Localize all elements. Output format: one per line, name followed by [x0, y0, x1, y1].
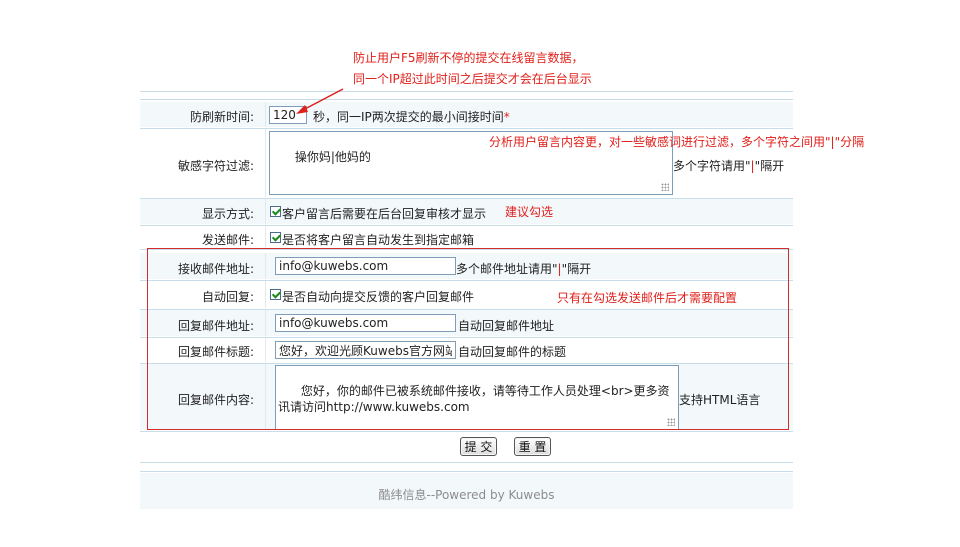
reply-address-input[interactable] [275, 314, 456, 332]
send-mail-text: 是否将客户留言自动发生到指定邮箱 [282, 233, 475, 247]
refresh-time-input[interactable] [269, 106, 307, 124]
column-separator [265, 253, 266, 279]
reply-title-label: 回复邮件标题: [177, 345, 254, 359]
auto-reply-checkbox[interactable] [270, 289, 281, 300]
filter-annotation: 分析用户留言内容更，对一些敏感词进行过滤，多个字符之间用"|"分隔 [489, 135, 865, 149]
row-actions: 提 交 重 置 [140, 432, 793, 460]
display-annotation: 建议勾选 [505, 205, 554, 219]
send-mail-label: 发送邮件: [201, 233, 254, 247]
receive-hint-suffix: "隔开 [561, 262, 592, 276]
column-separator [265, 281, 266, 308]
resize-grip-icon[interactable] [661, 183, 669, 191]
refresh-annotation: 防止用户F5刷新不停的提交在线留言数据， 同一个IP超过此时间之后提交才会在后台… [353, 48, 592, 90]
sensitive-filter-label: 敏感字符过滤: [177, 159, 254, 173]
auto-reply-label: 自动回复: [201, 290, 254, 304]
column-separator [265, 129, 266, 197]
column-separator [265, 310, 266, 336]
filter-hint-suffix: "隔开 [754, 159, 785, 173]
divider [140, 91, 793, 92]
divider [140, 471, 793, 472]
column-separator [265, 364, 266, 430]
row-auto-reply: 自动回复: 是否自动向提交反馈的客户回复邮件 只有在勾选发送邮件后才需要配置 [140, 281, 793, 308]
required-mark: * [503, 110, 510, 124]
sensitive-filter-value: 操你妈|他妈的 [294, 150, 371, 164]
receive-address-input[interactable] [275, 257, 456, 275]
reply-content-label: 回复邮件内容: [177, 393, 254, 407]
settings-form: 防刷新时间: 秒，同一IP两次提交的最小间接时间* 敏感字符过滤: 操你妈|他妈… [140, 91, 864, 509]
receive-address-hint: 多个邮件地址请用"|"隔开 [456, 260, 591, 277]
row-reply-address: 回复邮件地址: 自动回复邮件地址 [140, 310, 793, 336]
email-config-annotation: 只有在勾选发送邮件后才需要配置 [557, 291, 738, 305]
reply-title-hint: 自动回复邮件的标题 [458, 345, 567, 359]
send-mail-checkbox[interactable] [270, 232, 281, 243]
row-reply-content: 回复邮件内容: 您好，你的邮件已被系统邮件接收，请等待工作人员处理<br>更多资… [140, 364, 793, 430]
receive-hint-prefix: 多个邮件地址请用" [456, 262, 558, 276]
row-receive-address: 接收邮件地址: 多个邮件地址请用"|"隔开 [140, 253, 793, 279]
reset-button[interactable]: 重 置 [514, 437, 551, 456]
footer: 酷纬信息--Powered by Kuwebs [140, 473, 793, 509]
column-separator [265, 338, 266, 362]
receive-address-label: 接收邮件地址: [177, 262, 254, 276]
resize-grip-icon[interactable] [667, 418, 675, 426]
row-reply-title: 回复邮件标题: 自动回复邮件的标题 [140, 338, 793, 362]
row-send-mail: 发送邮件: 是否将客户留言自动发生到指定邮箱 [140, 226, 793, 248]
auto-reply-text: 是否自动向提交反馈的客户回复邮件 [282, 290, 475, 304]
row-display-mode: 显示方式: 客户留言后需要在后台回复审核才显示 建议勾选 [140, 199, 793, 224]
divider [140, 249, 793, 250]
reply-title-input[interactable] [275, 341, 456, 359]
footer-text: 酷纬信息--Powered by Kuwebs [378, 488, 555, 502]
display-mode-checkbox[interactable] [270, 206, 281, 217]
column-separator [265, 102, 266, 127]
reply-address-label: 回复邮件地址: [177, 319, 254, 333]
reply-content-value: 您好，你的邮件已被系统邮件接收，请等待工作人员处理<br>更多资讯请访问http… [278, 384, 670, 414]
reply-content-hint: 支持HTML语言 [679, 393, 761, 407]
divider [140, 99, 793, 100]
row-sensitive-filter: 敏感字符过滤: 操你妈|他妈的 分析用户留言内容更，对一些敏感词进行过滤，多个字… [140, 129, 864, 197]
submit-button[interactable]: 提 交 [460, 437, 497, 456]
refresh-time-hint-text: 秒，同一IP两次提交的最小间接时间 [313, 110, 504, 124]
filter-hint-prefix: 多个字符请用" [673, 159, 751, 173]
reply-address-hint: 自动回复邮件地址 [458, 319, 555, 333]
refresh-time-label: 防刷新时间: [189, 110, 254, 124]
refresh-annotation-line1: 防止用户F5刷新不停的提交在线留言数据， [353, 51, 584, 65]
column-separator [265, 226, 266, 248]
row-refresh-time: 防刷新时间: 秒，同一IP两次提交的最小间接时间* [140, 102, 793, 127]
display-mode-text: 客户留言后需要在后台回复审核才显示 [282, 207, 487, 221]
reply-content-textarea[interactable]: 您好，你的邮件已被系统邮件接收，请等待工作人员处理<br>更多资讯请访问http… [275, 365, 679, 430]
sensitive-filter-hint: 多个字符请用"|"隔开 [673, 157, 784, 174]
divider [140, 462, 793, 463]
column-separator [265, 199, 266, 224]
refresh-annotation-line2: 同一个IP超过此时间之后提交才会在后台显示 [353, 72, 592, 86]
display-mode-label: 显示方式: [201, 207, 254, 221]
refresh-time-hint: 秒，同一IP两次提交的最小间接时间* [313, 108, 510, 125]
